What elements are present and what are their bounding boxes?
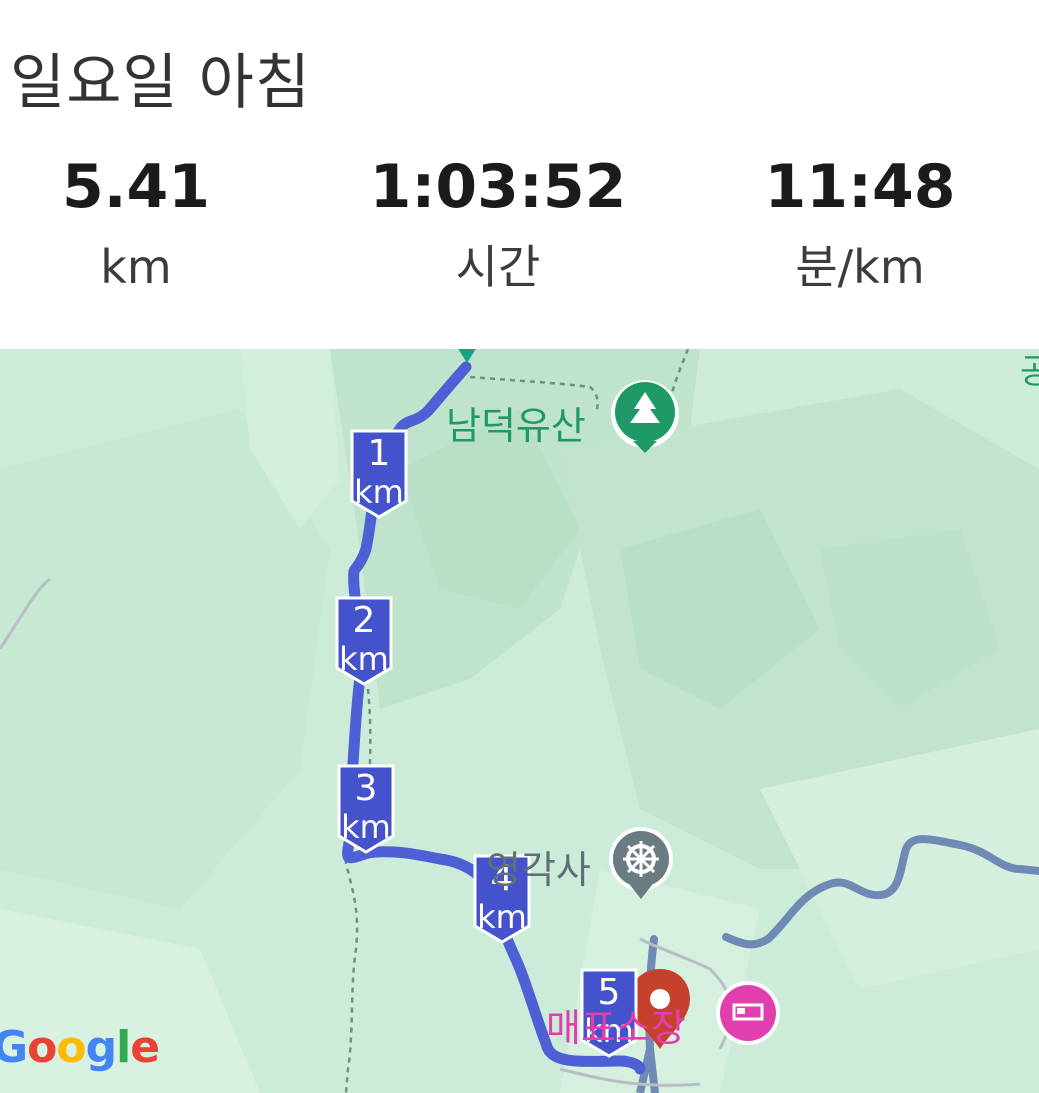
km-marker-unit: km — [339, 640, 389, 678]
km-marker-3[interactable]: 3 km — [335, 762, 397, 854]
svg-text:공: 공 — [1020, 352, 1039, 392]
stat-duration: 1:03:52 시간 — [348, 150, 648, 302]
km-marker-unit: km — [341, 808, 391, 846]
km-marker-number: 1 — [367, 433, 391, 474]
km-marker-2[interactable]: 2 km — [333, 594, 395, 686]
google-logo: Google — [0, 1022, 160, 1073]
km-marker-1[interactable]: 1 km — [348, 427, 410, 519]
km-marker-number: 3 — [354, 768, 378, 809]
mountain-poi-label[interactable]: 남덕유산 — [446, 395, 586, 450]
lodging-poi-icon[interactable] — [716, 981, 780, 1045]
km-marker-number: 2 — [352, 600, 376, 641]
activity-title: 일요일 아침 — [10, 48, 312, 118]
distance-unit: km — [100, 240, 172, 294]
stats-row: 5.41 km 1:03:52 시간 11:48 분/km — [0, 150, 1039, 300]
duration-value: 1:03:52 — [369, 152, 627, 222]
lodging-poi-label[interactable]: 매표소장 — [546, 997, 686, 1052]
stat-distance: 5.41 km — [0, 150, 286, 302]
temple-poi-label[interactable]: 영각사 — [486, 839, 591, 894]
route-map[interactable]: 공 1 km 2 km 3 km 4 km 5 km 남덕유산 영각사 매표소장… — [0, 349, 1039, 1093]
duration-unit: 시간 — [455, 240, 541, 294]
pace-unit: 분/km — [795, 240, 925, 294]
map-canvas[interactable]: 공 — [0, 349, 1039, 1093]
km-marker-unit: km — [477, 898, 527, 936]
distance-value: 5.41 — [61, 152, 211, 222]
km-marker-unit: km — [354, 473, 404, 511]
pace-value: 11:48 — [764, 152, 956, 222]
stat-pace: 11:48 분/km — [710, 150, 1010, 302]
